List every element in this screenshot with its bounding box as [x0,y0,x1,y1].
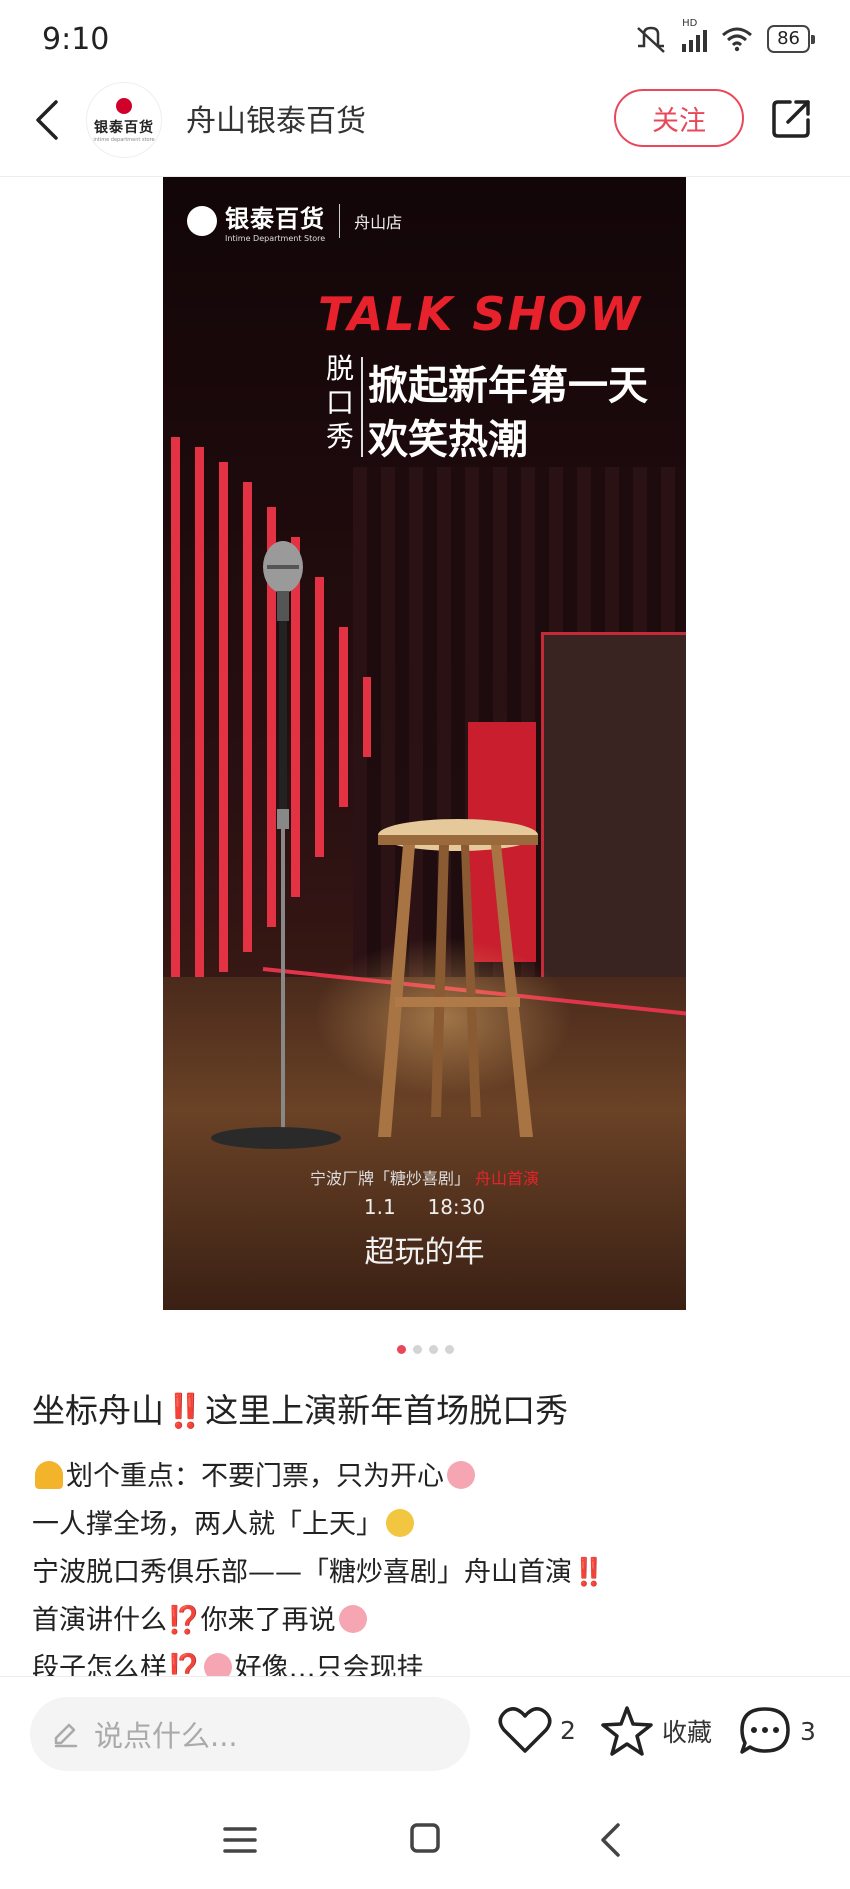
sunglasses-emoji-icon [386,1509,414,1537]
store-name[interactable]: 舟山银泰百货 [186,96,366,140]
nav-home-icon[interactable] [409,1822,441,1854]
post-line-2-text: 一人撑全场，两人就「上天」 [32,1509,383,1540]
comment-input[interactable]: 说点什么... [30,1697,470,1771]
post-image[interactable]: 银泰百货 Intime Department Store 舟山店 TALK SH… [163,177,686,1310]
post-line-3: 宁波脱口秀俱乐部——「糖炒喜剧」舟山首演‼️ [32,1550,606,1589]
back-icon [36,100,58,140]
bell-emoji-icon [35,1461,63,1489]
status-time: 9:10 [42,22,110,57]
heart-icon [498,1707,552,1753]
poster-logo-mark [187,206,217,236]
bottom-bar-divider [0,1676,850,1677]
avatar-logo-mark [116,97,132,114]
post-title-part-b: 这里上演新年首场脱口秀 [205,1391,569,1430]
post-line-5: 段子怎么样⁉️ 好像…只会现挂 [32,1646,424,1676]
comment-icon [740,1707,790,1754]
pig-emoji-icon [338,1605,367,1633]
post-title: 坐标舟山‼️这里上演新年首场脱口秀 [32,1384,568,1432]
battery-indicator: 86 [767,25,815,53]
poster-logo: 银泰百货 Intime Department Store 舟山店 [187,199,402,243]
like-button[interactable]: 2 [498,1705,576,1755]
interrobang-icon: ⁉️ [167,1653,201,1676]
post-line-4: 首演讲什么⁉️你来了再说 [32,1598,370,1637]
carousel-dot[interactable] [412,1345,422,1354]
comment-placeholder: 说点什么... [94,1719,238,1753]
post-line-4-text-a: 首演讲什么 [32,1605,167,1636]
favorite-button[interactable]: 收藏 [600,1705,712,1757]
poster-event-date: 1.1 [363,1195,396,1219]
pig-emoji-icon [447,1461,475,1489]
carousel-indicator [0,1345,850,1354]
post-line-2: 一人撑全场，两人就「上天」 [32,1502,417,1541]
poster-event-organizer: 宁波厂牌「糖炒喜剧」 舟山首演 [163,1165,686,1189]
microphone-illustration [263,541,303,1139]
pig-emoji-icon [203,1653,232,1676]
back-button[interactable] [22,90,72,150]
comment-button[interactable]: 3 [738,1705,816,1757]
carousel-dot[interactable] [428,1345,438,1354]
avatar-subtext: intime department store [93,136,155,143]
poster-stage-panel [541,632,686,1015]
like-count: 2 [560,1715,576,1745]
status-icons: HD 86 [634,18,815,56]
share-button[interactable] [764,92,818,146]
mute-icon [637,26,665,53]
post-line-1-text: 划个重点：不要门票，只为开心 [66,1461,444,1492]
poster-event-datetime: 1.1 18:30 [163,1195,686,1219]
share-icon [772,100,810,138]
poster-vertical-divider [361,357,363,457]
wifi-icon [722,27,753,52]
follow-button[interactable]: 关注 [614,89,744,147]
post-title-part-a: 坐标舟山 [32,1391,164,1430]
post-line-1: 划个重点：不要门票，只为开心 [32,1454,478,1493]
poster-event-time: 18:30 [427,1195,486,1219]
double-exclamation-icon: ‼️ [572,1557,606,1588]
pen-icon [54,1723,78,1748]
comment-count: 3 [800,1716,816,1746]
interrobang-icon: ⁉️ [167,1605,201,1636]
poster-organizer-text: 宁波厂牌「糖炒喜剧」 [309,1169,470,1188]
post-line-4-text-b: 你来了再说 [200,1605,336,1636]
avatar-text: 银泰百货 [94,119,154,136]
poster-vertical-label: 脱口秀 [325,352,354,453]
poster-premiere-text: 舟山首演 [475,1169,540,1188]
poster-logo-name: 银泰百货 [225,205,325,233]
poster-talk-show: TALK SHOW [318,287,642,341]
signal-icon: HD [682,18,708,52]
post-line-3-text: 宁波脱口秀俱乐部——「糖炒喜剧」舟山首演 [32,1557,572,1588]
star-icon [601,1706,653,1756]
double-exclamation-icon: ‼️ [164,1391,206,1430]
poster-headline-1: 掀起新年第一天 [368,363,648,409]
post-line-5-text-b: 好像…只会现挂 [234,1653,424,1676]
nav-menu-icon[interactable] [222,1822,258,1858]
network-label: HD [682,18,698,29]
nav-back-icon[interactable] [596,1822,626,1858]
poster-headline-2: 欢笑热潮 [368,417,528,463]
poster-logo-english: Intime Department Store [225,234,326,243]
carousel-dot[interactable] [444,1345,454,1354]
avatar[interactable]: 银泰百货 intime department store [86,82,162,158]
poster-event-brand: 超玩的年 [364,1235,485,1270]
post-line-5-text-a: 段子怎么样 [32,1653,167,1676]
microphone-base [211,1127,341,1149]
favorite-label: 收藏 [662,1718,713,1747]
carousel-dot[interactable] [396,1345,406,1354]
poster-branch: 舟山店 [354,213,403,232]
poster-logo-separator [339,204,341,238]
stool-illustration [378,819,538,1137]
